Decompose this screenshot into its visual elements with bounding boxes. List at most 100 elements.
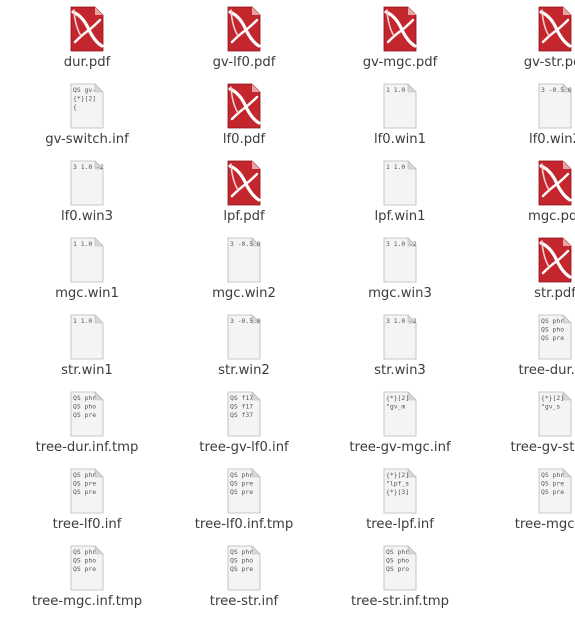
file-item[interactable]: 1 1.0 lf0.win1 [330, 81, 470, 153]
file-item[interactable]: mgc.pdf [485, 158, 575, 230]
file-item[interactable]: 3 1.0 -2 mgc.win3 [330, 235, 470, 307]
file-name-label: lpf.pdf [223, 209, 265, 224]
file-preview-line: QS pre [230, 480, 253, 488]
pdf-document-icon [538, 160, 572, 206]
file-grid: dur.pdf gv-lf0.pdf gv-mgc.pdf gv-str.pdf QS … [0, 0, 575, 622]
file-preview-line: 3 1.0 -2 [386, 317, 417, 325]
file-preview-line: QS pre [541, 488, 564, 496]
file-item[interactable]: {*}[2] "lpf_s {*}[3] tree-lpf.inf [330, 466, 470, 538]
file-preview-line: 3 -0.5 0 [230, 317, 261, 325]
text-document-icon: 1 1.0 [70, 314, 104, 360]
file-name-label: gv-str.pdf [523, 55, 575, 70]
file-name-label: str.win1 [61, 363, 113, 378]
file-preview-line: 3 -0.5 0 [230, 240, 261, 248]
file-preview-line: QS f17 [230, 394, 253, 402]
pdf-document-icon [383, 6, 417, 52]
text-document-icon: QS gv-{*}[2]{ [70, 83, 104, 129]
file-name-label: dur.pdf [63, 55, 111, 70]
text-document-icon: QS phrQS phoQS pre [70, 545, 104, 591]
file-preview-line: QS pho [541, 326, 564, 334]
text-document-icon: 1 1.0 [70, 237, 104, 283]
file-item[interactable]: gv-mgc.pdf [330, 4, 470, 76]
file-name-label: gv-lf0.pdf [212, 55, 276, 70]
file-preview-line: QS pre [73, 480, 96, 488]
file-item[interactable]: {*}[2]"gv_s tree-gv-str.inf [485, 389, 575, 461]
file-name-label: mgc.win3 [368, 286, 432, 301]
file-preview-line: "gv_m [386, 403, 405, 411]
file-item[interactable]: QS phr QS pho QS pre tree-str.inf [174, 543, 314, 615]
file-preview-line: QS phr [230, 471, 253, 479]
file-item[interactable]: 1 1.0 str.win1 [17, 312, 157, 384]
text-document-icon: 3 -0.5 0 [538, 83, 572, 129]
file-preview-line: QS pre [541, 480, 564, 488]
file-item[interactable]: QS phrQS phoQS pre tree-dur.inf [485, 312, 575, 384]
file-name-label: tree-gv-mgc.inf [349, 440, 451, 455]
text-document-icon: 3 -0.5 0 [227, 237, 261, 283]
file-item[interactable]: QS phr QS pre QS pre tree-lf0.inf [17, 466, 157, 538]
file-item[interactable]: QS phrQS preQS pretree-mgc.inf [485, 466, 575, 538]
text-document-icon: QS phrQS phoQS pre [538, 314, 572, 360]
file-name-label: tree-lf0.inf [52, 517, 122, 532]
file-preview-line: QS f37 [230, 411, 253, 419]
file-item[interactable]: gv-str.pdf [485, 4, 575, 76]
file-item[interactable]: gv-lf0.pdf [174, 4, 314, 76]
file-item[interactable]: {*}[2] "gv_m tree-gv-mgc.inf [330, 389, 470, 461]
file-item[interactable]: QS phr QS pho QS pre tree-mgc.inf.tmp [17, 543, 157, 615]
file-preview-line: {*}[2] [541, 394, 564, 402]
file-name-label: lf0.pdf [222, 132, 266, 147]
file-preview-line: QS phr [386, 548, 409, 556]
file-preview-line: QS gv- [73, 86, 96, 94]
file-item[interactable]: str.pdf [485, 235, 575, 307]
text-document-icon: 1 1.0 [383, 83, 417, 129]
file-item[interactable]: lf0.pdf [174, 81, 314, 153]
file-item[interactable]: 3 -0.5 0 lf0.win2 [485, 81, 575, 153]
file-item[interactable]: QS phr QS pre QS pre tree-lf0.inf.tmp [174, 466, 314, 538]
pdf-document-icon [227, 6, 261, 52]
text-document-icon: QS f17QS f17QS f37 [227, 391, 261, 437]
text-document-icon: QS phrQS preQS pre [227, 468, 261, 514]
file-item[interactable]: lpf.pdf [174, 158, 314, 230]
file-item[interactable]: 1 1.0 mgc.win1 [17, 235, 157, 307]
file-name-label: tree-mgc.inf.tmp [31, 594, 143, 609]
text-document-icon: 3 1.0 -2 [383, 237, 417, 283]
file-item[interactable]: QS phr QS pho QS pre tree-dur.inf.tmp [17, 389, 157, 461]
file-name-label: tree-lpf.inf [366, 517, 434, 532]
file-preview-line: { [73, 103, 77, 111]
file-item[interactable]: dur.pdf [17, 4, 157, 76]
file-preview-line: QS phr [541, 317, 564, 325]
pdf-document-icon [227, 160, 261, 206]
file-name-label: mgc.win1 [55, 286, 119, 301]
text-document-icon: QS phrQS preQS pre [70, 468, 104, 514]
file-name-label: tree-mgc.inf [514, 517, 575, 532]
file-preview-line: QS pre [230, 488, 253, 496]
file-preview-line: 1 1.0 [73, 240, 92, 248]
file-name-label: tree-dur.inf.tmp [35, 440, 139, 455]
file-preview-line: QS pre [73, 565, 96, 573]
file-preview-line: {*}[2] [386, 471, 409, 479]
file-name-label: lpf.win1 [374, 209, 426, 224]
file-name-label: lf0.win3 [60, 209, 114, 224]
file-preview-line: QS pre [541, 334, 564, 342]
file-preview-line: QS phr [541, 471, 564, 479]
file-name-label: str.pdf [534, 286, 575, 301]
file-item[interactable]: QS phr QS pho QS pro tree-str.inf.tmp [330, 543, 470, 615]
file-item[interactable]: 1 1.0 lpf.win1 [330, 158, 470, 230]
file-preview-line: QS phr [73, 394, 96, 402]
file-item[interactable]: 3 1.0 -2 lf0.win3 [17, 158, 157, 230]
file-item[interactable]: 3 -0.5 0 str.win2 [174, 312, 314, 384]
file-name-label: tree-str.inf.tmp [350, 594, 449, 609]
file-name-label: tree-dur.inf [518, 363, 575, 378]
file-item[interactable]: 3 1.0 -2 str.win3 [330, 312, 470, 384]
file-preview-line: QS phr [230, 548, 253, 556]
pdf-document-icon [538, 6, 572, 52]
file-name-label: str.win2 [218, 363, 270, 378]
text-document-icon: 1 1.0 [383, 160, 417, 206]
file-name-label: gv-switch.inf [45, 132, 129, 147]
file-item[interactable]: 3 -0.5 0 mgc.win2 [174, 235, 314, 307]
file-preview-line: "lpf_s [386, 480, 409, 488]
file-item[interactable]: QS gv- {*}[2]{gv-switch.inf [17, 81, 157, 153]
file-name-label: mgc.pdf [527, 209, 575, 224]
file-preview-line: QS f17 [230, 403, 253, 411]
file-item[interactable]: QS f17 QS f17 QS f37 tree-gv-lf0.inf [174, 389, 314, 461]
file-preview-line: 1 1.0 [386, 163, 405, 171]
